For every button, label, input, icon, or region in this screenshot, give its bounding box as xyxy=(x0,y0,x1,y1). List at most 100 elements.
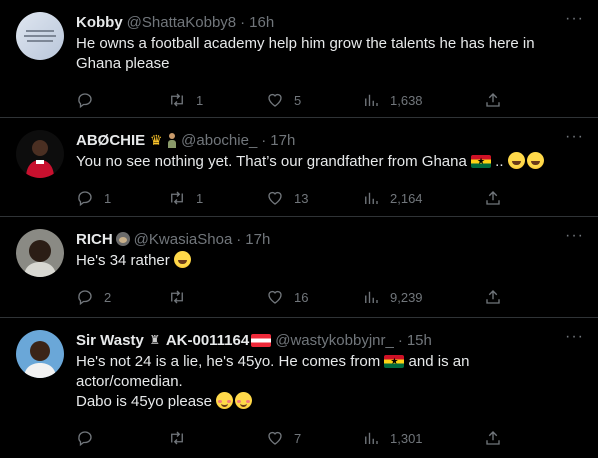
tweet-header: RICH @KwasiaShoa · 17h xyxy=(76,230,271,248)
avatar[interactable] xyxy=(16,229,64,277)
tweet[interactable]: ··· Kobby @ShattaKobby8 · 16h He owns a … xyxy=(0,0,598,118)
views-button[interactable]: 1,638 xyxy=(362,91,484,109)
timestamp[interactable]: 15h xyxy=(407,332,432,349)
action-bar: 1 1 13 2,164 xyxy=(76,182,582,214)
smiling-emoji-icon xyxy=(216,392,234,409)
like-count: 7 xyxy=(294,430,302,446)
retweet-icon xyxy=(171,290,183,304)
display-name[interactable]: Sir Wasty xyxy=(76,332,144,349)
view-count: 1,301 xyxy=(390,430,423,446)
ghana-flag-icon xyxy=(384,355,405,368)
action-bar: 2 16 9,239 xyxy=(76,281,582,313)
more-icon[interactable]: ··· xyxy=(565,10,584,28)
display-name[interactable]: RICH xyxy=(76,231,113,248)
reply-button[interactable]: 1 xyxy=(76,189,168,207)
views-button[interactable]: 9,239 xyxy=(362,288,484,306)
rofl-emoji-icon xyxy=(173,251,191,268)
more-icon[interactable]: ··· xyxy=(565,128,584,146)
retweet-icon xyxy=(171,431,183,445)
like-button[interactable]: 5 xyxy=(266,91,362,109)
share-button[interactable] xyxy=(484,189,504,207)
retweet-icon xyxy=(171,93,183,107)
like-count: 13 xyxy=(294,190,309,206)
tweet-text-part: .. xyxy=(491,153,508,170)
reply-button[interactable] xyxy=(76,91,168,109)
views-icon xyxy=(365,94,378,106)
handle[interactable]: @ShattaKobby8 xyxy=(127,14,236,31)
timestamp[interactable]: 17h xyxy=(245,231,270,248)
view-count: 2,164 xyxy=(390,190,423,206)
retweet-count: 1 xyxy=(196,92,204,108)
monkey-emoji-icon xyxy=(115,232,130,246)
tweet-text-part: and is an xyxy=(404,353,470,370)
avatar[interactable] xyxy=(16,130,64,178)
reply-icon xyxy=(78,191,92,207)
tweet-text: You no see nothing yet. That’s our grand… xyxy=(76,152,582,172)
tweet-text-part: Dabo is 45yo please xyxy=(76,393,217,410)
flag-icon xyxy=(251,333,272,347)
like-icon xyxy=(268,431,282,445)
reply-icon xyxy=(78,290,92,306)
share-button[interactable] xyxy=(484,288,504,306)
tweet-text: He owns a football academy help him grow… xyxy=(76,35,539,72)
tweet[interactable]: ··· RICH @KwasiaShoa · 17h He's 34 rathe… xyxy=(0,217,598,318)
laughing-emoji-icon xyxy=(507,152,525,169)
crown-emoji-icon: ♛ xyxy=(149,132,163,148)
like-button[interactable]: 7 xyxy=(266,429,362,447)
laughing-emoji-icon xyxy=(526,152,544,169)
action-bar: 7 1,301 xyxy=(76,422,582,454)
tweet-text: He's 34 rather xyxy=(76,251,582,271)
like-icon xyxy=(268,290,282,304)
more-icon[interactable]: ··· xyxy=(565,328,584,346)
tweet[interactable]: ··· Sir Wasty ♜ AK-0011164 @wastykobbyjn… xyxy=(0,318,598,458)
retweet-button[interactable] xyxy=(168,429,266,447)
avatar[interactable] xyxy=(16,12,64,60)
smiling-emoji-icon xyxy=(235,392,253,409)
view-count: 9,239 xyxy=(390,289,423,305)
views-button[interactable]: 2,164 xyxy=(362,189,484,207)
retweet-button[interactable]: 1 xyxy=(168,189,266,207)
tweet-header: ABØCHIE ♛ @abochie_ · 17h xyxy=(76,131,296,149)
display-name[interactable]: Kobby xyxy=(76,14,123,31)
handle[interactable]: @KwasiaShoa xyxy=(134,231,233,248)
person-emoji-icon xyxy=(167,132,177,148)
like-count: 5 xyxy=(294,92,302,108)
reply-button[interactable]: 2 xyxy=(76,288,168,306)
tweet-header: Kobby @ShattaKobby8 · 16h xyxy=(76,13,275,31)
display-name-suffix[interactable]: AK-0011164 xyxy=(166,332,249,349)
like-button[interactable]: 16 xyxy=(266,288,362,306)
tweet-feed: ··· Kobby @ShattaKobby8 · 16h He owns a … xyxy=(0,0,598,458)
tweet-header: Sir Wasty ♜ AK-0011164 @wastykobbyjnr_ ·… xyxy=(76,331,432,349)
display-name[interactable]: ABØCHIE xyxy=(76,132,145,149)
share-icon xyxy=(486,93,500,107)
views-icon xyxy=(365,192,378,204)
timestamp[interactable]: 17h xyxy=(270,132,295,149)
retweet-button[interactable]: 1 xyxy=(168,91,266,109)
timestamp[interactable]: 16h xyxy=(249,14,274,31)
reply-button[interactable] xyxy=(76,429,168,447)
share-button[interactable] xyxy=(484,429,504,447)
reply-count: 2 xyxy=(104,289,112,305)
share-icon xyxy=(486,191,500,205)
retweet-button[interactable] xyxy=(168,288,266,306)
ghana-flag-icon xyxy=(471,155,491,168)
views-button[interactable]: 1,301 xyxy=(362,429,484,447)
like-button[interactable]: 13 xyxy=(266,189,362,207)
retweet-count: 1 xyxy=(196,190,204,206)
handle[interactable]: @wastykobbyjnr_ xyxy=(275,332,394,349)
reply-count: 1 xyxy=(104,190,112,206)
more-icon[interactable]: ··· xyxy=(565,227,584,245)
tweet[interactable]: ··· ABØCHIE ♛ @abochie_ · 17h You no see… xyxy=(0,118,598,217)
views-icon xyxy=(365,291,378,303)
handle[interactable]: @abochie_ xyxy=(181,132,257,149)
like-count: 16 xyxy=(294,289,309,305)
medal-emoji-icon: ♜ xyxy=(149,333,161,347)
avatar[interactable] xyxy=(16,330,64,378)
tweet-text-part: He's 34 rather xyxy=(76,252,174,269)
tweet-text-part: He's not 24 is a lie, he's 45yo. He come… xyxy=(76,353,385,370)
tweet-text-part: You no see nothing yet. That’s our grand… xyxy=(76,153,471,170)
like-icon xyxy=(268,191,282,205)
share-button[interactable] xyxy=(484,91,504,109)
retweet-icon xyxy=(171,191,183,205)
tweet-text: He's not 24 is a lie, he's 45yo. He come… xyxy=(76,352,582,412)
